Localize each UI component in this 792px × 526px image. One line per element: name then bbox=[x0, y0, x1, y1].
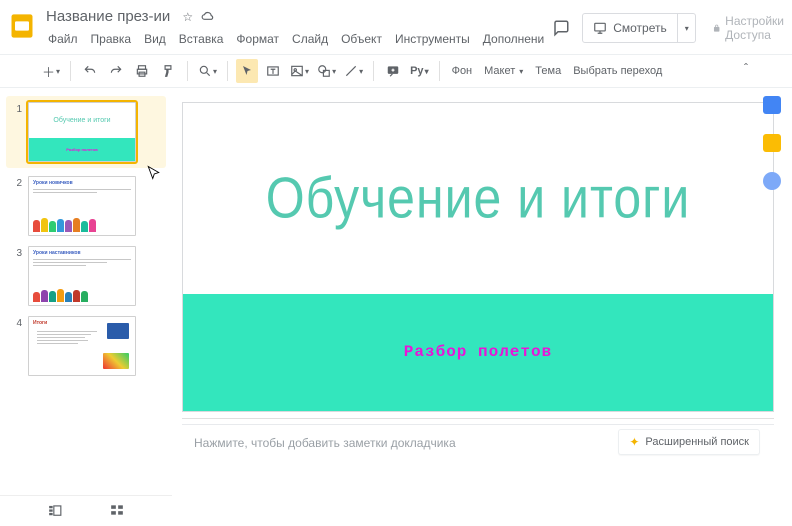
thumb-row-2: 2 Уроки новичков bbox=[0, 174, 172, 244]
slide-subtitle-text: Разбор полетов bbox=[404, 343, 552, 361]
present-dropdown[interactable]: ▾ bbox=[677, 14, 695, 42]
explore-star-icon: ✦ bbox=[629, 435, 639, 449]
thumb-title: Уроки новичков bbox=[29, 177, 135, 187]
shape-tool[interactable]: ▾ bbox=[315, 59, 338, 83]
comment-tool[interactable] bbox=[382, 59, 404, 83]
background-button[interactable]: Фон bbox=[448, 65, 477, 77]
title-block: Название през-ии ☆ Файл Правка Вид Встав… bbox=[42, 6, 550, 49]
slide-title-area[interactable]: Обучение и итоги bbox=[183, 103, 773, 294]
menu-insert[interactable]: Вставка bbox=[173, 29, 230, 49]
calendar-addon-icon[interactable] bbox=[763, 96, 781, 114]
notes-placeholder: Нажмите, чтобы добавить заметки докладчи… bbox=[194, 436, 456, 450]
layout-label: Макет bbox=[484, 65, 515, 77]
thumb-title: Обучение и итоги bbox=[53, 117, 110, 124]
zoom-button[interactable]: ▾ bbox=[196, 59, 219, 83]
slide-thumb-3[interactable]: Уроки наставников bbox=[28, 246, 136, 306]
filmstrip: 1 Обучение и итоги Разбор полетов 2 Урок… bbox=[0, 88, 172, 480]
header-bar: Название през-ии ☆ Файл Правка Вид Встав… bbox=[0, 0, 792, 54]
present-label: Смотреть bbox=[613, 21, 667, 35]
cloud-status-icon[interactable] bbox=[201, 10, 215, 24]
transition-button[interactable]: Выбрать переход bbox=[569, 65, 666, 77]
filmstrip-view-icon[interactable] bbox=[48, 504, 62, 516]
thumb-row-4: 4 Итоги bbox=[0, 314, 172, 384]
new-slide-button[interactable]: ＋▾ bbox=[40, 59, 62, 83]
collapse-toolbar-button[interactable]: ˆ bbox=[744, 61, 748, 75]
print-button[interactable] bbox=[131, 59, 153, 83]
canvas-area: Обучение и итоги Разбор полетов Нажмите,… bbox=[172, 88, 792, 480]
redo-button[interactable] bbox=[105, 59, 127, 83]
slide-subtitle-area[interactable]: Разбор полетов bbox=[183, 294, 773, 411]
title-row: Название през-ии ☆ bbox=[42, 6, 550, 27]
paint-format-button[interactable] bbox=[157, 59, 179, 83]
separator bbox=[439, 61, 440, 81]
menu-object[interactable]: Объект bbox=[335, 29, 388, 49]
side-panel bbox=[758, 96, 786, 190]
explore-button[interactable]: ✦ Расширенный поиск bbox=[618, 429, 760, 455]
line-tool[interactable]: ▾ bbox=[342, 59, 365, 83]
chevron-down-icon: ▾ bbox=[519, 67, 523, 76]
slide-canvas[interactable]: Обучение и итоги Разбор полетов bbox=[182, 102, 774, 412]
view-toggle-bar bbox=[0, 495, 172, 516]
theme-button[interactable]: Тема bbox=[531, 65, 565, 77]
present-button[interactable]: Смотреть ▾ bbox=[582, 13, 696, 43]
menu-file[interactable]: Файл bbox=[42, 29, 84, 49]
slide-title-text: Обучение и итоги bbox=[266, 165, 691, 232]
select-tool[interactable] bbox=[236, 59, 258, 83]
share-label: Настройки Доступа bbox=[725, 14, 792, 42]
separator bbox=[227, 61, 228, 81]
py-label: Py bbox=[410, 65, 423, 77]
slide-thumb-2[interactable]: Уроки новичков bbox=[28, 176, 136, 236]
menu-addons[interactable]: Дополнени bbox=[477, 29, 550, 49]
menu-slide[interactable]: Слайд bbox=[286, 29, 334, 49]
menu-edit[interactable]: Правка bbox=[85, 29, 138, 49]
thumb-row-3: 3 Уроки наставников bbox=[0, 244, 172, 314]
present-main[interactable]: Смотреть bbox=[583, 21, 677, 35]
explore-label: Расширенный поиск bbox=[645, 436, 749, 448]
menu-format[interactable]: Формат bbox=[230, 29, 285, 49]
script-tool[interactable]: Py▾ bbox=[408, 59, 430, 83]
header-actions: Смотреть ▾ Настройки Доступа O bbox=[550, 10, 792, 46]
grid-view-icon[interactable] bbox=[110, 504, 124, 516]
slide-thumb-1[interactable]: Обучение и итоги Разбор полетов bbox=[28, 102, 136, 162]
chevron-down-icon: ▾ bbox=[425, 67, 429, 76]
star-icon[interactable]: ☆ bbox=[182, 10, 193, 24]
tasks-addon-icon[interactable] bbox=[763, 172, 781, 190]
thumb-subtitle: Разбор полетов bbox=[66, 147, 97, 152]
main-area: 1 Обучение и итоги Разбор полетов 2 Урок… bbox=[0, 88, 792, 480]
menu-bar: Файл Правка Вид Вставка Формат Слайд Объ… bbox=[42, 29, 550, 49]
share-button[interactable]: Настройки Доступа bbox=[706, 10, 792, 46]
chevron-down-icon: ▾ bbox=[332, 67, 336, 76]
chevron-down-icon: ▾ bbox=[359, 67, 363, 76]
separator bbox=[70, 61, 71, 81]
thumb-number: 1 bbox=[12, 102, 22, 115]
chevron-down-icon: ▾ bbox=[685, 24, 689, 33]
toolbar: ＋▾ ▾ ▾ ▾ ▾ Py▾ Фон Макет▾ Тема Выбрать п… bbox=[0, 54, 792, 88]
chevron-down-icon: ▾ bbox=[305, 67, 309, 76]
thumb-row-1: 1 Обучение и итоги Разбор полетов bbox=[6, 96, 166, 168]
thumb-number: 3 bbox=[12, 246, 22, 259]
layout-button[interactable]: Макет ▾ bbox=[480, 65, 527, 77]
slide-thumb-4[interactable]: Итоги bbox=[28, 316, 136, 376]
image-tool[interactable]: ▾ bbox=[288, 59, 311, 83]
speaker-notes[interactable]: Нажмите, чтобы добавить заметки докладчи… bbox=[182, 424, 774, 460]
undo-button[interactable] bbox=[79, 59, 101, 83]
comments-button[interactable] bbox=[550, 13, 572, 43]
chevron-down-icon: ▾ bbox=[56, 67, 60, 76]
slides-logo[interactable] bbox=[8, 8, 36, 44]
document-title[interactable]: Название през-ии bbox=[42, 6, 174, 27]
thumb-number: 2 bbox=[12, 176, 22, 189]
separator bbox=[373, 61, 374, 81]
separator bbox=[187, 61, 188, 81]
textbox-tool[interactable] bbox=[262, 59, 284, 83]
thumb-number: 4 bbox=[12, 316, 22, 329]
menu-view[interactable]: Вид bbox=[138, 29, 172, 49]
keep-addon-icon[interactable] bbox=[763, 134, 781, 152]
chevron-down-icon: ▾ bbox=[213, 67, 217, 76]
thumb-title: Уроки наставников bbox=[29, 247, 135, 257]
menu-tools[interactable]: Инструменты bbox=[389, 29, 476, 49]
